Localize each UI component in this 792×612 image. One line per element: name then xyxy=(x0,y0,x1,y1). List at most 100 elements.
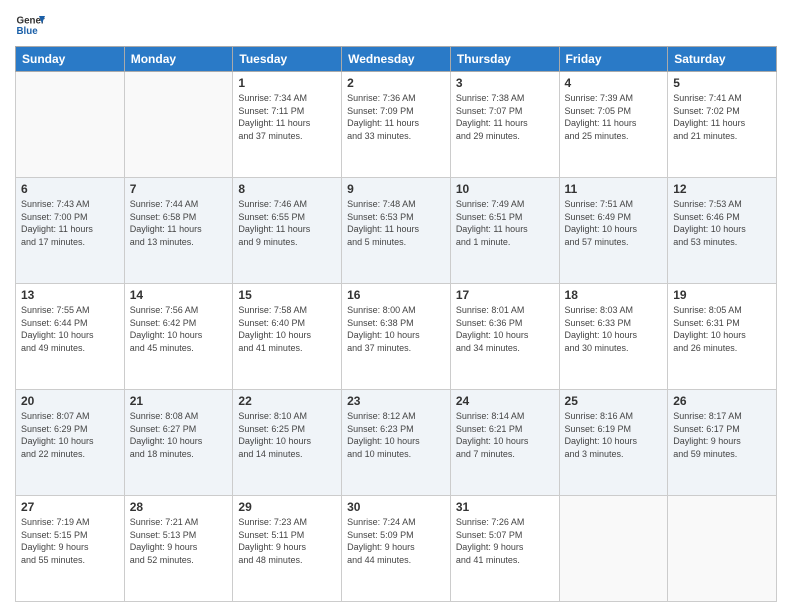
day-number: 4 xyxy=(565,76,663,90)
calendar-cell xyxy=(124,72,233,178)
weekday-header-friday: Friday xyxy=(559,47,668,72)
day-info: Sunrise: 7:19 AM Sunset: 5:15 PM Dayligh… xyxy=(21,516,119,566)
logo-icon: General Blue xyxy=(15,10,45,40)
calendar-cell: 20Sunrise: 8:07 AM Sunset: 6:29 PM Dayli… xyxy=(16,390,125,496)
day-info: Sunrise: 7:34 AM Sunset: 7:11 PM Dayligh… xyxy=(238,92,336,142)
calendar-cell: 17 Sunrise: 8:01 AM Sunset: 6:36 PM Dayli… xyxy=(450,284,559,390)
calendar-cell: 15Sunrise: 7:58 AM Sunset: 6:40 PM Dayli… xyxy=(233,284,342,390)
day-number: 20 xyxy=(21,394,119,408)
day-number: 17 xyxy=(456,288,554,302)
calendar-cell xyxy=(668,496,777,602)
day-number: 22 xyxy=(238,394,336,408)
day-info: Sunrise: 7:48 AM Sunset: 6:53 PM Dayligh… xyxy=(347,198,445,248)
day-info: Sunrise: 7:38 AM Sunset: 7:07 PM Dayligh… xyxy=(456,92,554,142)
day-number: 13 xyxy=(21,288,119,302)
calendar-cell: 19 Sunrise: 8:05 AM Sunset: 6:31 PM Dayli… xyxy=(668,284,777,390)
weekday-header-thursday: Thursday xyxy=(450,47,559,72)
calendar-cell: 5Sunrise: 7:41 AM Sunset: 7:02 PM Daylig… xyxy=(668,72,777,178)
day-number: 26 xyxy=(673,394,771,408)
weekday-header-wednesday: Wednesday xyxy=(342,47,451,72)
calendar-cell: 2 Sunrise: 7:36 AM Sunset: 7:09 PM Daylig… xyxy=(342,72,451,178)
day-number: 27 xyxy=(21,500,119,514)
weekday-header-monday: Monday xyxy=(124,47,233,72)
day-info: Sunrise: 8:01 AM Sunset: 6:36 PM Dayligh… xyxy=(456,304,554,354)
calendar-cell: 13 Sunrise: 7:55 AM Sunset: 6:44 PM Dayli… xyxy=(16,284,125,390)
day-info: Sunrise: 7:44 AM Sunset: 6:58 PM Dayligh… xyxy=(130,198,228,248)
calendar-cell: 23 Sunrise: 8:12 AM Sunset: 6:23 PM Dayli… xyxy=(342,390,451,496)
day-info: Sunrise: 7:49 AM Sunset: 6:51 PM Dayligh… xyxy=(456,198,554,248)
calendar-cell: 21 Sunrise: 8:08 AM Sunset: 6:27 PM Dayli… xyxy=(124,390,233,496)
header: General Blue xyxy=(15,10,777,40)
calendar-cell: 7 Sunrise: 7:44 AM Sunset: 6:58 PM Daylig… xyxy=(124,178,233,284)
weekday-header-row: SundayMondayTuesdayWednesdayThursdayFrid… xyxy=(16,47,777,72)
calendar-cell: 24 Sunrise: 8:14 AM Sunset: 6:21 PM Dayli… xyxy=(450,390,559,496)
calendar-cell: 4Sunrise: 7:39 AM Sunset: 7:05 PM Daylig… xyxy=(559,72,668,178)
calendar-cell: 16Sunrise: 8:00 AM Sunset: 6:38 PM Dayli… xyxy=(342,284,451,390)
weekday-header-sunday: Sunday xyxy=(16,47,125,72)
calendar-cell: 9 Sunrise: 7:48 AM Sunset: 6:53 PM Daylig… xyxy=(342,178,451,284)
day-number: 30 xyxy=(347,500,445,514)
day-info: Sunrise: 8:16 AM Sunset: 6:19 PM Dayligh… xyxy=(565,410,663,460)
day-info: Sunrise: 8:10 AM Sunset: 6:25 PM Dayligh… xyxy=(238,410,336,460)
calendar-week-row: 27 Sunrise: 7:19 AM Sunset: 5:15 PM Dayli… xyxy=(16,496,777,602)
day-info: Sunrise: 7:24 AM Sunset: 5:09 PM Dayligh… xyxy=(347,516,445,566)
calendar-cell xyxy=(559,496,668,602)
calendar-cell: 6Sunrise: 7:43 AM Sunset: 7:00 PM Daylig… xyxy=(16,178,125,284)
calendar-table: SundayMondayTuesdayWednesdayThursdayFrid… xyxy=(15,46,777,602)
day-number: 14 xyxy=(130,288,228,302)
calendar-cell: 18 Sunrise: 8:03 AM Sunset: 6:33 PM Dayli… xyxy=(559,284,668,390)
day-number: 18 xyxy=(565,288,663,302)
svg-text:Blue: Blue xyxy=(17,26,39,37)
page: General Blue SundayMondayTuesdayWednesda… xyxy=(0,0,792,612)
day-number: 1 xyxy=(238,76,336,90)
day-number: 11 xyxy=(565,182,663,196)
weekday-header-tuesday: Tuesday xyxy=(233,47,342,72)
calendar-cell: 31Sunrise: 7:26 AM Sunset: 5:07 PM Dayli… xyxy=(450,496,559,602)
calendar-cell: 29 Sunrise: 7:23 AM Sunset: 5:11 PM Dayli… xyxy=(233,496,342,602)
day-number: 15 xyxy=(238,288,336,302)
day-number: 23 xyxy=(347,394,445,408)
day-number: 2 xyxy=(347,76,445,90)
calendar-cell: 10 Sunrise: 7:49 AM Sunset: 6:51 PM Dayli… xyxy=(450,178,559,284)
day-number: 25 xyxy=(565,394,663,408)
day-info: Sunrise: 7:21 AM Sunset: 5:13 PM Dayligh… xyxy=(130,516,228,566)
calendar-cell: 22 Sunrise: 8:10 AM Sunset: 6:25 PM Dayli… xyxy=(233,390,342,496)
day-number: 5 xyxy=(673,76,771,90)
calendar-cell: 14 Sunrise: 7:56 AM Sunset: 6:42 PM Dayli… xyxy=(124,284,233,390)
calendar-cell: 11 Sunrise: 7:51 AM Sunset: 6:49 PM Dayli… xyxy=(559,178,668,284)
day-number: 19 xyxy=(673,288,771,302)
day-number: 8 xyxy=(238,182,336,196)
day-number: 21 xyxy=(130,394,228,408)
calendar-week-row: 6Sunrise: 7:43 AM Sunset: 7:00 PM Daylig… xyxy=(16,178,777,284)
day-info: Sunrise: 8:08 AM Sunset: 6:27 PM Dayligh… xyxy=(130,410,228,460)
calendar-week-row: 1 Sunrise: 7:34 AM Sunset: 7:11 PM Daylig… xyxy=(16,72,777,178)
day-number: 7 xyxy=(130,182,228,196)
calendar-cell: 12Sunrise: 7:53 AM Sunset: 6:46 PM Dayli… xyxy=(668,178,777,284)
day-info: Sunrise: 8:17 AM Sunset: 6:17 PM Dayligh… xyxy=(673,410,771,460)
day-number: 10 xyxy=(456,182,554,196)
calendar-cell: 26 Sunrise: 8:17 AM Sunset: 6:17 PM Dayli… xyxy=(668,390,777,496)
calendar-cell: 3Sunrise: 7:38 AM Sunset: 7:07 PM Daylig… xyxy=(450,72,559,178)
day-info: Sunrise: 7:55 AM Sunset: 6:44 PM Dayligh… xyxy=(21,304,119,354)
calendar-cell: 8Sunrise: 7:46 AM Sunset: 6:55 PM Daylig… xyxy=(233,178,342,284)
day-info: Sunrise: 7:43 AM Sunset: 7:00 PM Dayligh… xyxy=(21,198,119,248)
day-info: Sunrise: 8:14 AM Sunset: 6:21 PM Dayligh… xyxy=(456,410,554,460)
calendar-cell: 25 Sunrise: 8:16 AM Sunset: 6:19 PM Dayli… xyxy=(559,390,668,496)
day-info: Sunrise: 8:03 AM Sunset: 6:33 PM Dayligh… xyxy=(565,304,663,354)
calendar-cell: 1 Sunrise: 7:34 AM Sunset: 7:11 PM Daylig… xyxy=(233,72,342,178)
day-number: 24 xyxy=(456,394,554,408)
day-number: 29 xyxy=(238,500,336,514)
day-info: Sunrise: 7:36 AM Sunset: 7:09 PM Dayligh… xyxy=(347,92,445,142)
day-info: Sunrise: 8:12 AM Sunset: 6:23 PM Dayligh… xyxy=(347,410,445,460)
day-info: Sunrise: 7:26 AM Sunset: 5:07 PM Dayligh… xyxy=(456,516,554,566)
day-number: 9 xyxy=(347,182,445,196)
day-info: Sunrise: 7:56 AM Sunset: 6:42 PM Dayligh… xyxy=(130,304,228,354)
day-info: Sunrise: 7:23 AM Sunset: 5:11 PM Dayligh… xyxy=(238,516,336,566)
day-number: 16 xyxy=(347,288,445,302)
day-number: 12 xyxy=(673,182,771,196)
calendar-cell: 28Sunrise: 7:21 AM Sunset: 5:13 PM Dayli… xyxy=(124,496,233,602)
day-info: Sunrise: 7:51 AM Sunset: 6:49 PM Dayligh… xyxy=(565,198,663,248)
day-info: Sunrise: 8:05 AM Sunset: 6:31 PM Dayligh… xyxy=(673,304,771,354)
calendar-week-row: 20Sunrise: 8:07 AM Sunset: 6:29 PM Dayli… xyxy=(16,390,777,496)
calendar-cell: 30 Sunrise: 7:24 AM Sunset: 5:09 PM Dayli… xyxy=(342,496,451,602)
